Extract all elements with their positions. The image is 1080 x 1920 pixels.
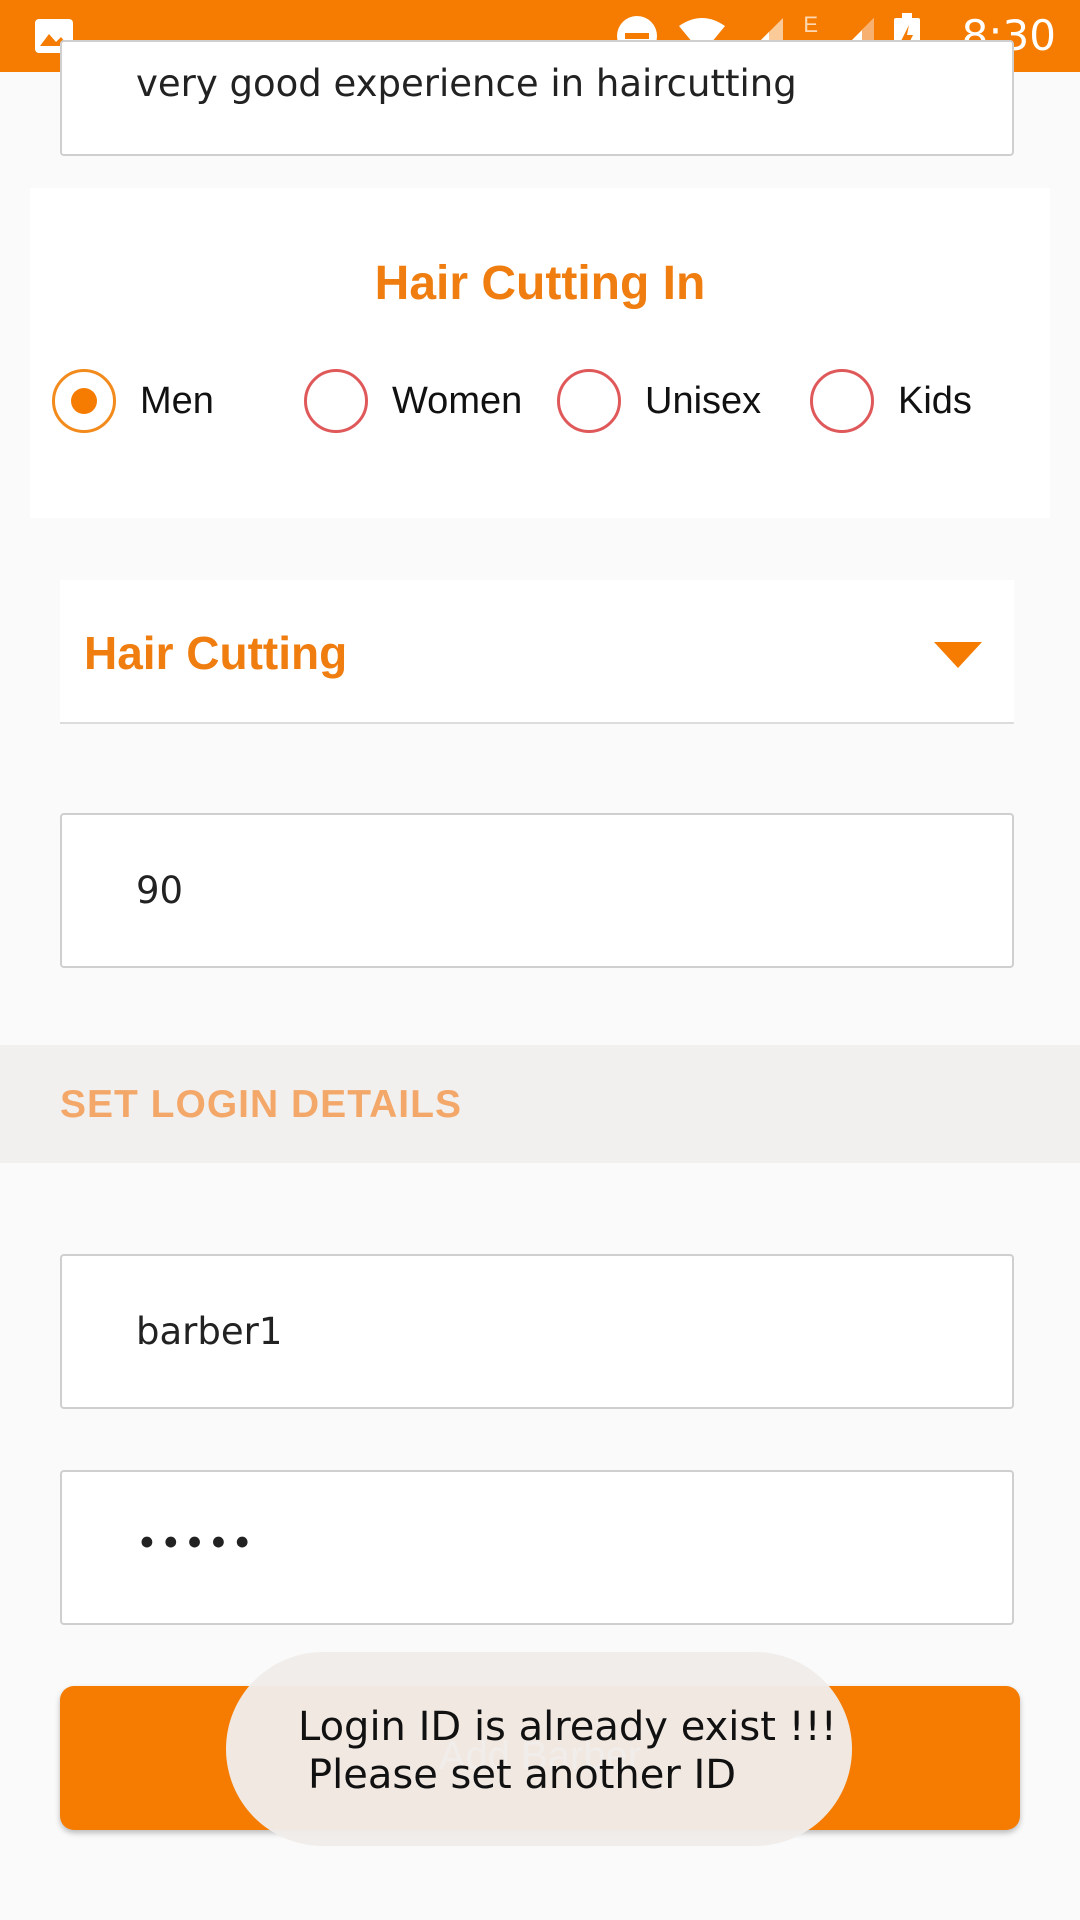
login-section-header: SET LOGIN DETAILS <box>0 1045 1080 1163</box>
hair-cutting-in-title: Hair Cutting In <box>374 257 706 310</box>
service-selected-value: Hair Cutting <box>84 627 348 679</box>
hair-cutting-in-card: Hair Cutting In Men Women Unisex Kids <box>30 188 1050 518</box>
radio-checked-icon <box>52 369 116 433</box>
radio-unchecked-icon <box>304 369 368 433</box>
radio-unchecked-icon <box>557 369 621 433</box>
experience-value: very good experience in haircutting <box>136 62 797 105</box>
network-type-label: E <box>803 12 818 37</box>
price-value: 90 <box>136 869 184 912</box>
radio-label: Women <box>392 379 523 422</box>
radio-label: Men <box>140 379 214 422</box>
radio-label: Unisex <box>645 379 762 422</box>
experience-field[interactable]: very good experience in haircutting <box>60 40 1014 156</box>
radio-kids[interactable]: Kids <box>810 366 972 436</box>
radio-unisex[interactable]: Unisex <box>557 366 761 436</box>
radio-label: Kids <box>898 379 972 422</box>
login-id-field[interactable]: barber1 <box>60 1254 1014 1409</box>
radio-unchecked-icon <box>810 369 874 433</box>
toast-line-1: Login ID is already exist !!! <box>298 1704 837 1750</box>
price-field[interactable]: 90 <box>60 813 1014 968</box>
toast-line-2: Please set another ID <box>308 1752 737 1798</box>
service-dropdown[interactable]: Hair Cutting <box>60 580 1014 724</box>
error-toast: Login ID is already exist !!! Please set… <box>226 1652 852 1846</box>
password-field[interactable]: ••••• <box>60 1470 1014 1625</box>
login-section-title: SET LOGIN DETAILS <box>60 1083 462 1126</box>
password-value: ••••• <box>136 1522 256 1565</box>
radio-women[interactable]: Women <box>304 366 522 436</box>
dropdown-arrow-icon <box>934 642 982 668</box>
login-id-value: barber1 <box>136 1310 283 1353</box>
radio-men[interactable]: Men <box>52 366 214 436</box>
